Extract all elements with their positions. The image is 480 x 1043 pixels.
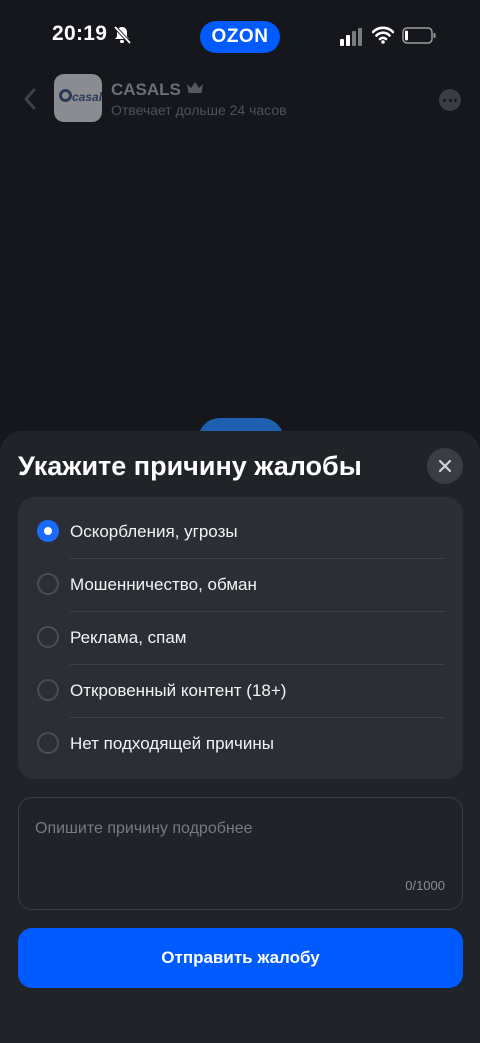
status-bar: 20:19 OZON <box>0 0 480 72</box>
shop-name[interactable]: CASALS <box>111 80 181 100</box>
ozon-logo: OZON <box>200 21 280 53</box>
cellular-signal-icon <box>340 28 362 46</box>
reason-option[interactable]: Оскорбления, угрозы <box>18 505 463 558</box>
status-time: 20:19 <box>52 22 108 45</box>
shop-status: Отвечает дольше 24 часов <box>111 102 287 118</box>
reason-option[interactable]: Откровенный контент (18+) <box>18 664 463 717</box>
reasons-list: Оскорбления, угрозы Мошенничество, обман… <box>18 497 463 779</box>
close-icon <box>438 459 452 473</box>
shop-avatar[interactable]: casals <box>54 74 102 122</box>
radio-button[interactable] <box>37 679 59 701</box>
shop-logo-mark <box>59 89 72 102</box>
reason-label[interactable]: Откровенный контент (18+) <box>70 681 286 701</box>
reason-option[interactable]: Нет подходящей причины <box>18 717 463 770</box>
more-options-icon[interactable] <box>439 89 461 111</box>
reason-label[interactable]: Оскорбления, угрозы <box>70 522 238 542</box>
radio-button[interactable] <box>37 732 59 754</box>
char-counter: 0/1000 <box>405 878 445 893</box>
bell-muted-icon <box>113 25 132 45</box>
reason-label[interactable]: Реклама, спам <box>70 628 187 648</box>
reason-option[interactable]: Реклама, спам <box>18 611 463 664</box>
reason-label[interactable]: Нет подходящей причины <box>70 734 274 754</box>
radio-button-selected[interactable] <box>37 520 59 542</box>
back-arrow-icon[interactable] <box>20 86 40 112</box>
radio-button[interactable] <box>37 626 59 648</box>
crown-icon <box>187 82 203 93</box>
battery-icon <box>402 27 436 44</box>
chat-header: casals CASALS Отвечает дольше 24 часов <box>0 72 480 128</box>
reason-label[interactable]: Мошенничество, обман <box>70 575 257 595</box>
details-textarea[interactable] <box>35 820 445 870</box>
radio-button[interactable] <box>37 573 59 595</box>
submit-report-button[interactable]: Отправить жалобу <box>18 928 463 988</box>
reason-option[interactable]: Мошенничество, обман <box>18 558 463 611</box>
wifi-icon <box>372 26 394 44</box>
report-sheet: Укажите причину жалобы Оскорбления, угро… <box>0 431 480 1043</box>
sheet-title: Укажите причину жалобы <box>18 451 362 481</box>
screen: 20:19 OZON casal CASALS Отвечает дольше … <box>0 0 480 1043</box>
details-field[interactable]: 0/1000 <box>18 797 463 910</box>
shop-logo-text: casals <box>72 90 102 104</box>
close-button[interactable] <box>427 448 463 484</box>
